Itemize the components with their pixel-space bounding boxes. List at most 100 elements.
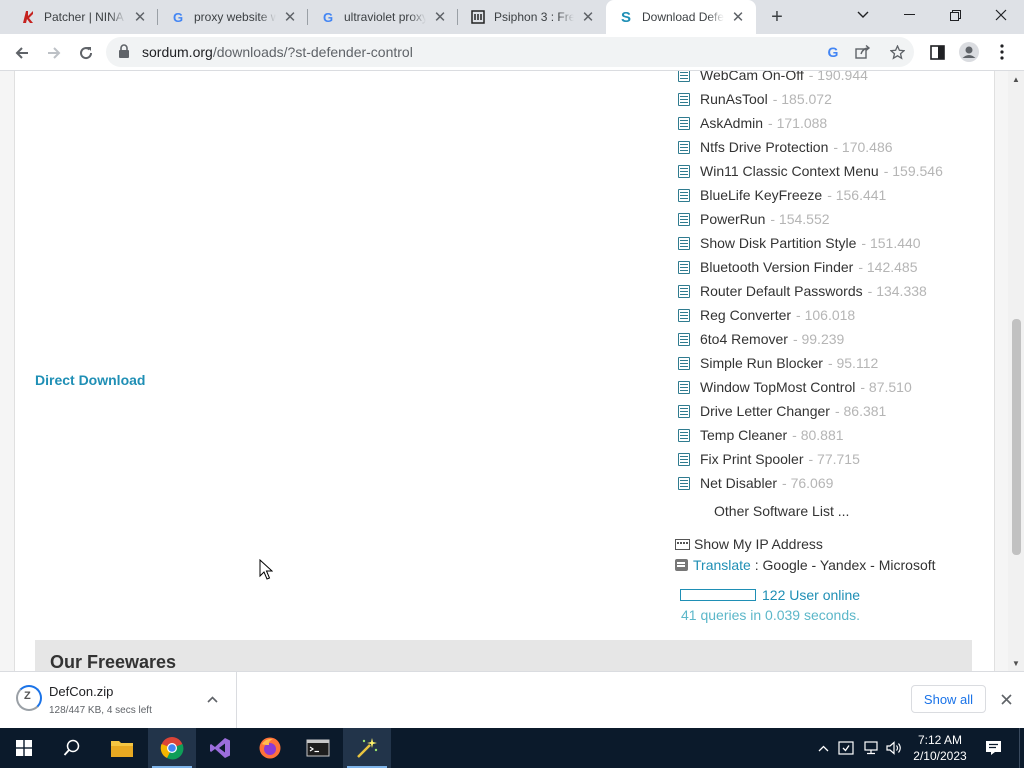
software-list-item[interactable]: Bluetooth Version Finder - 142.485: [677, 255, 987, 279]
menu-kebab-icon[interactable]: [991, 41, 1013, 63]
close-tab-icon[interactable]: ✕: [432, 9, 448, 26]
taskbar-clock[interactable]: 7:12 AM 2/10/2023: [906, 732, 974, 764]
other-software-link[interactable]: Other Software List ...: [714, 503, 849, 519]
users-online-label[interactable]: 122 User online: [762, 587, 860, 603]
network-icon[interactable]: [861, 728, 881, 768]
download-count: - 80.881: [792, 427, 844, 443]
back-button[interactable]: [9, 40, 35, 66]
show-hidden-icons-chevron[interactable]: [814, 728, 832, 768]
software-list-item[interactable]: 6to4 Remover - 99.239: [677, 327, 987, 351]
download-item[interactable]: DefCon.zip 128/447 KB, 4 secs left: [0, 672, 237, 728]
software-list-item[interactable]: Net Disabler - 76.069: [677, 471, 987, 495]
close-shelf-icon[interactable]: [996, 689, 1016, 709]
software-list-item[interactable]: Reg Converter - 106.018: [677, 303, 987, 327]
software-list-item[interactable]: Show Disk Partition Style - 151.440: [677, 231, 987, 255]
software-name[interactable]: Win11 Classic Context Menu: [700, 163, 879, 179]
software-name[interactable]: Fix Print Spooler: [700, 451, 803, 467]
close-tab-icon[interactable]: ✕: [730, 9, 746, 26]
lock-icon[interactable]: [118, 44, 132, 60]
software-list-item[interactable]: PowerRun - 154.552: [677, 207, 987, 231]
software-name[interactable]: 6to4 Remover: [700, 331, 788, 347]
scroll-up-arrow[interactable]: ▲: [1008, 71, 1024, 87]
translate-icon: [675, 559, 688, 571]
tab-download-defender[interactable]: S Download Defe ✕: [606, 0, 756, 34]
minimize-button[interactable]: [886, 0, 932, 30]
software-list-item[interactable]: Window TopMost Control - 87.510: [677, 375, 987, 399]
forward-button[interactable]: [41, 40, 67, 66]
new-tab-button[interactable]: +: [766, 6, 788, 28]
side-panel-icon[interactable]: [926, 41, 948, 63]
visual-studio-icon[interactable]: [196, 728, 244, 768]
translate-providers[interactable]: Google - Yandex - Microsoft: [763, 557, 936, 573]
reload-button[interactable]: [73, 40, 99, 66]
software-name[interactable]: Window TopMost Control: [700, 379, 855, 395]
google-translate-icon[interactable]: G: [823, 42, 843, 62]
software-list-item[interactable]: Router Default Passwords - 134.338: [677, 279, 987, 303]
software-name[interactable]: Reg Converter: [700, 307, 791, 323]
translate-link[interactable]: Translate: [693, 557, 751, 573]
tab-ultraviolet-proxy[interactable]: G ultraviolet proxy ✕: [308, 0, 458, 34]
software-list-item[interactable]: Fix Print Spooler - 77.715: [677, 447, 987, 471]
start-button[interactable]: [0, 728, 48, 768]
url-path: /downloads/?st-defender-control: [212, 44, 413, 60]
terminal-icon[interactable]: [294, 728, 342, 768]
search-icon[interactable]: [48, 728, 96, 768]
close-tab-icon[interactable]: ✕: [132, 9, 148, 26]
tab-psiphon[interactable]: Psiphon 3 : Free ✕: [458, 0, 606, 34]
software-list-item[interactable]: Temp Cleaner - 80.881: [677, 423, 987, 447]
software-list-item[interactable]: RunAsTool - 185.072: [677, 87, 987, 111]
url-text[interactable]: sordum.org/downloads/?st-defender-contro…: [142, 44, 413, 60]
software-list-item[interactable]: Ntfs Drive Protection - 170.486: [677, 135, 987, 159]
address-bar[interactable]: sordum.org/downloads/?st-defender-contro…: [106, 37, 914, 67]
show-all-button[interactable]: Show all: [911, 685, 986, 713]
show-ip-line[interactable]: Show My IP Address: [675, 536, 823, 552]
notification-center-icon[interactable]: [982, 728, 1004, 768]
bookmark-star-icon[interactable]: [887, 42, 907, 62]
software-name[interactable]: Router Default Passwords: [700, 283, 863, 299]
software-name[interactable]: Net Disabler: [700, 475, 777, 491]
close-tab-icon[interactable]: ✕: [580, 9, 596, 26]
download-count: - 86.381: [834, 403, 887, 419]
software-name[interactable]: BlueLife KeyFreeze: [700, 187, 822, 203]
close-window-button[interactable]: [978, 0, 1024, 30]
software-list-item[interactable]: Simple Run Blocker - 95.112: [677, 351, 987, 375]
share-icon[interactable]: [853, 42, 873, 62]
scroll-thumb[interactable]: [1012, 319, 1021, 555]
show-desktop-button[interactable]: [1019, 728, 1024, 768]
tab-search-button[interactable]: [840, 0, 886, 30]
restore-button[interactable]: [932, 0, 978, 30]
software-list-item[interactable]: BlueLife KeyFreeze - 156.441: [677, 183, 987, 207]
tab-title: Psiphon 3 : Free: [494, 10, 574, 24]
page-scrollbar[interactable]: ▲ ▼: [1008, 71, 1024, 671]
profile-avatar[interactable]: [958, 41, 980, 63]
software-list-item[interactable]: Win11 Classic Context Menu - 159.546: [677, 159, 987, 183]
file-explorer-icon[interactable]: [98, 728, 146, 768]
software-name[interactable]: Drive Letter Changer: [700, 403, 830, 419]
chrome-taskbar-icon[interactable]: [148, 728, 196, 768]
software-list-item[interactable]: AskAdmin - 171.088: [677, 111, 987, 135]
firefox-icon[interactable]: [246, 728, 294, 768]
volume-icon[interactable]: [884, 728, 904, 768]
software-name[interactable]: RunAsTool: [700, 91, 768, 107]
tab-proxy-website[interactable]: G proxy website w ✕: [158, 0, 308, 34]
software-name[interactable]: WebCam On-Off: [700, 71, 804, 83]
show-ip-label[interactable]: Show My IP Address: [694, 536, 823, 552]
close-tab-icon[interactable]: ✕: [282, 9, 298, 26]
software-name[interactable]: Ntfs Drive Protection: [700, 139, 828, 155]
software-name[interactable]: Show Disk Partition Style: [700, 235, 856, 251]
software-list-item[interactable]: WebCam On-Off - 190.944: [677, 71, 987, 87]
software-name[interactable]: AskAdmin: [700, 115, 763, 131]
software-name[interactable]: PowerRun: [700, 211, 765, 227]
ip-address-icon: [675, 538, 690, 550]
magic-wand-app-icon[interactable]: [343, 728, 391, 768]
software-name[interactable]: Simple Run Blocker: [700, 355, 823, 371]
software-list-item[interactable]: Drive Letter Changer - 86.381: [677, 399, 987, 423]
tab-nina[interactable]: Patcher | NINA ✕: [8, 0, 158, 34]
software-name[interactable]: Temp Cleaner: [700, 427, 787, 443]
scroll-down-arrow[interactable]: ▼: [1008, 655, 1024, 671]
direct-download-link[interactable]: Direct Download: [35, 372, 145, 388]
security-tray-icon[interactable]: [836, 728, 856, 768]
software-name[interactable]: Bluetooth Version Finder: [700, 259, 853, 275]
tab-title: Patcher | NINA: [44, 10, 124, 24]
chevron-up-icon[interactable]: [204, 691, 220, 707]
